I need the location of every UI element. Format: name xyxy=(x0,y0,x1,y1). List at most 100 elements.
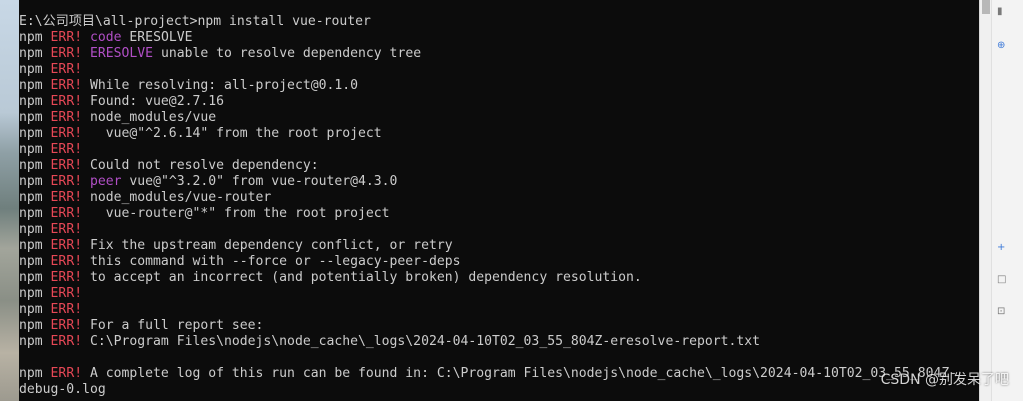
npm-prefix: npm xyxy=(19,78,51,93)
err-tag: ERR! xyxy=(50,286,83,301)
npm-prefix: npm xyxy=(19,318,51,333)
npm-prefix: npm xyxy=(19,190,51,205)
err-tag: ERR! xyxy=(50,334,83,349)
console-text-segment: While resolving: all-project@0.1.0 xyxy=(82,78,359,93)
err-tag: ERR! xyxy=(50,142,83,157)
npm-prefix: npm xyxy=(19,62,51,77)
npm-prefix: npm xyxy=(19,94,51,109)
npm-prefix: npm xyxy=(19,366,51,381)
npm-prefix: npm xyxy=(19,174,51,189)
console-text-segment: Fix the upstream dependency conflict, or… xyxy=(82,238,453,253)
csdn-watermark: CSDN @别发呆了吧 xyxy=(880,372,1009,388)
err-tag: ERR! xyxy=(50,270,83,285)
console-text-segment: For a full report see: xyxy=(82,318,264,333)
console-text-segment: to accept an incorrect (and potentially … xyxy=(82,270,642,285)
console-line: npm ERR! Found: vue@2.7.16 xyxy=(19,94,957,110)
console-line: npm ERR! Could not resolve dependency: xyxy=(19,158,957,174)
console-line: npm ERR! xyxy=(19,62,957,78)
console-line: E:\公司项目\all-project>npm install vue-rout… xyxy=(19,14,957,30)
screen: E:\公司项目\all-project>npm install vue-rout… xyxy=(0,0,1023,401)
console-line: npm ERR! ERESOLVE unable to resolve depe… xyxy=(19,46,957,62)
console-text-segment: E:\公司项目\all-project>npm install vue-rout… xyxy=(19,14,371,29)
err-tag: ERR! xyxy=(50,158,83,173)
console-line: npm ERR! xyxy=(19,222,957,238)
err-tag: ERR! xyxy=(50,318,83,333)
console-line: npm ERR! Fix the upstream dependency con… xyxy=(19,238,957,254)
error-keyword: peer xyxy=(89,174,122,189)
npm-prefix: npm xyxy=(19,126,51,141)
console-line: debug-0.log xyxy=(19,382,957,398)
npm-prefix: npm xyxy=(19,158,51,173)
console-text-segment xyxy=(82,30,90,45)
desktop-wallpaper-strip xyxy=(0,0,19,401)
npm-prefix: npm xyxy=(19,46,51,61)
err-tag: ERR! xyxy=(50,62,83,77)
err-tag: ERR! xyxy=(50,254,83,269)
npm-prefix: npm xyxy=(19,238,51,253)
err-tag: ERR! xyxy=(50,238,83,253)
scrollbar-thumb[interactable] xyxy=(982,0,990,14)
console-text-segment xyxy=(82,174,90,189)
err-tag: ERR! xyxy=(50,94,83,109)
console-text-segment: vue-router@"*" from the root project xyxy=(82,206,390,221)
err-tag: ERR! xyxy=(50,190,83,205)
err-tag: ERR! xyxy=(50,126,83,141)
npm-prefix: npm xyxy=(19,30,51,45)
window-edge-icon: ⊡ xyxy=(997,306,1006,317)
window-edge-icon: □ xyxy=(997,274,1007,285)
window-edge-icon: ⊕ xyxy=(997,40,1006,51)
err-tag: ERR! xyxy=(50,78,83,93)
npm-prefix: npm xyxy=(19,110,51,125)
npm-prefix: npm xyxy=(19,286,51,301)
err-tag: ERR! xyxy=(50,366,83,381)
npm-prefix: npm xyxy=(19,270,51,285)
console-line: npm ERR! node_modules/vue xyxy=(19,110,957,126)
console-line: npm ERR! vue@"^2.6.14" from the root pro… xyxy=(19,126,957,142)
console-line: npm ERR! to accept an incorrect (and pot… xyxy=(19,270,957,286)
error-keyword: ERESOLVE xyxy=(89,46,154,61)
console-text-segment: ERESOLVE xyxy=(121,30,193,45)
console-text-segment: this command with --force or --legacy-pe… xyxy=(82,254,461,269)
console-line: npm ERR! code ERESOLVE xyxy=(19,30,957,46)
console-line: npm ERR! xyxy=(19,142,957,158)
console-text-segment: C:\Program Files\nodejs\node_cache\_logs… xyxy=(82,334,761,349)
err-tag: ERR! xyxy=(50,30,83,45)
err-tag: ERR! xyxy=(50,174,83,189)
console-line: npm ERR! A complete log of this run can … xyxy=(19,366,957,382)
background-window-strip: ▮ ⊕ + □ ⊡ xyxy=(991,0,1023,401)
error-keyword: code xyxy=(89,30,122,45)
window-edge-icon: ▮ xyxy=(997,6,1003,17)
console-output[interactable]: E:\公司项目\all-project>npm install vue-rout… xyxy=(19,14,957,398)
console-line: npm ERR! C:\Program Files\nodejs\node_ca… xyxy=(19,334,957,350)
npm-prefix: npm xyxy=(19,206,51,221)
console-text-segment: node_modules/vue-router xyxy=(82,190,272,205)
console-line: npm ERR! node_modules/vue-router xyxy=(19,190,957,206)
console-text-segment: Could not resolve dependency: xyxy=(82,158,319,173)
console-text-segment: node_modules/vue xyxy=(82,110,217,125)
err-tag: ERR! xyxy=(50,46,83,61)
console-line: npm ERR! peer vue@"^3.2.0" from vue-rout… xyxy=(19,174,957,190)
err-tag: ERR! xyxy=(50,206,83,221)
npm-prefix: npm xyxy=(19,302,51,317)
window-edge-icon: + xyxy=(997,242,1006,253)
console-text-segment: vue@"^2.6.14" from the root project xyxy=(82,126,382,141)
console-text-segment xyxy=(82,46,90,61)
console-text-segment: debug-0.log xyxy=(19,382,106,397)
console-text-segment: unable to resolve dependency tree xyxy=(153,46,422,61)
err-tag: ERR! xyxy=(50,222,83,237)
console-text-segment: Found: vue@2.7.16 xyxy=(82,94,224,109)
command-prompt-window[interactable]: E:\公司项目\all-project>npm install vue-rout… xyxy=(19,0,979,401)
console-text-segment: vue@"^3.2.0" from vue-router@4.3.0 xyxy=(121,174,398,189)
npm-prefix: npm xyxy=(19,142,51,157)
console-text-segment: A complete log of this run can be found … xyxy=(82,366,958,381)
npm-prefix: npm xyxy=(19,334,51,349)
console-line: npm ERR! For a full report see: xyxy=(19,318,957,334)
console-line: npm ERR! xyxy=(19,302,957,318)
npm-prefix: npm xyxy=(19,254,51,269)
console-line: npm ERR! this command with --force or --… xyxy=(19,254,957,270)
err-tag: ERR! xyxy=(50,110,83,125)
console-line: npm ERR! vue-router@"*" from the root pr… xyxy=(19,206,957,222)
console-line: npm ERR! xyxy=(19,286,957,302)
err-tag: ERR! xyxy=(50,302,83,317)
